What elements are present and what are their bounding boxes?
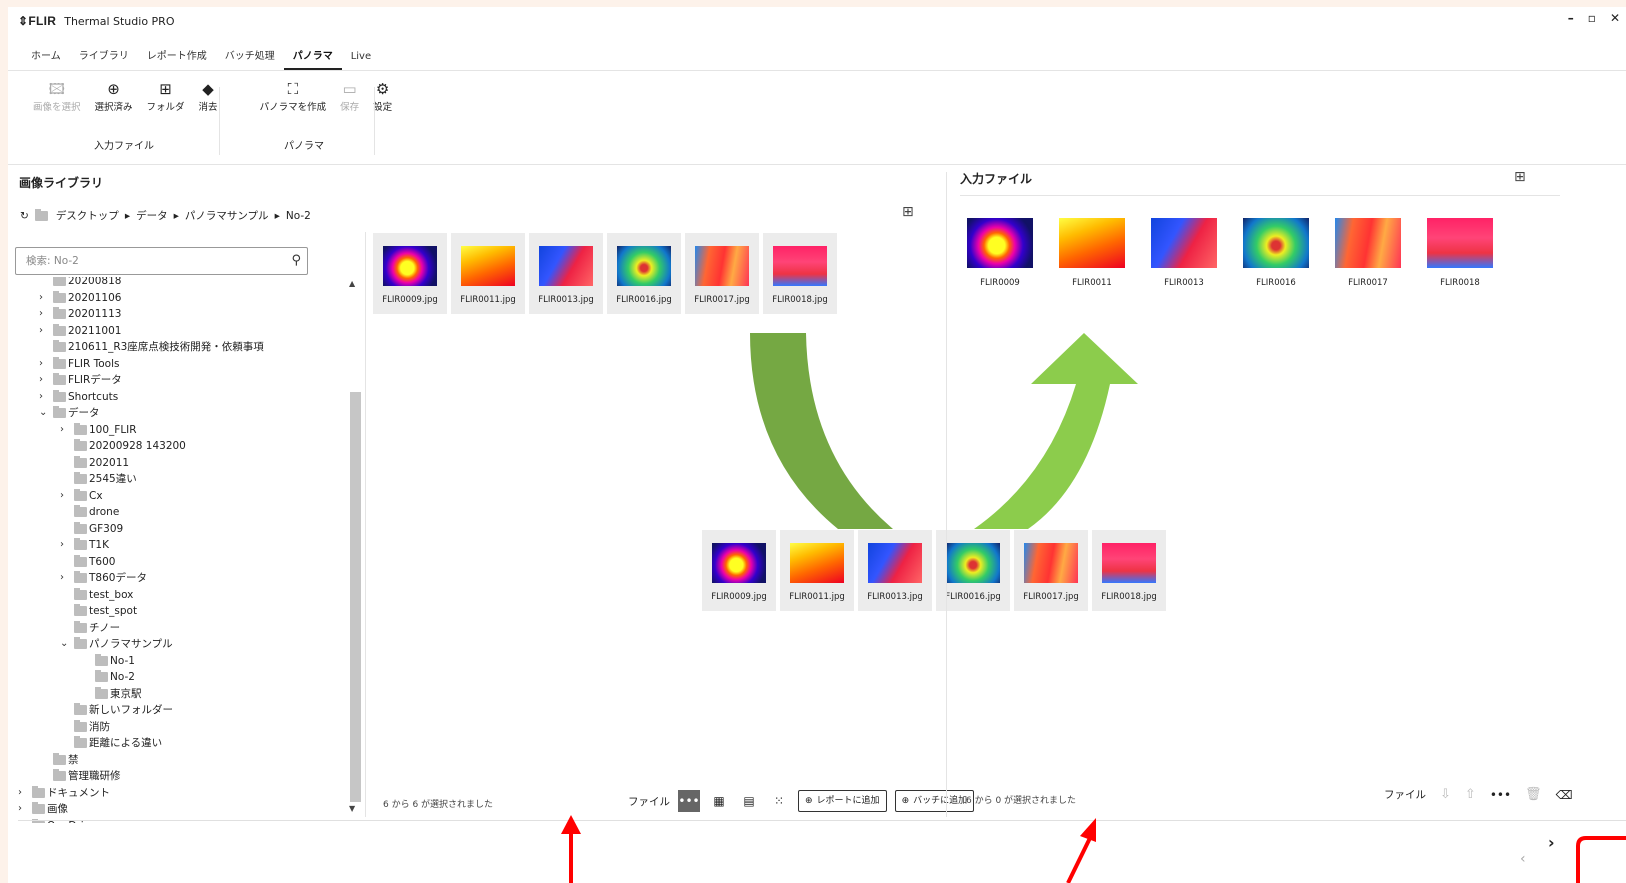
red-annotations [561,815,1626,883]
